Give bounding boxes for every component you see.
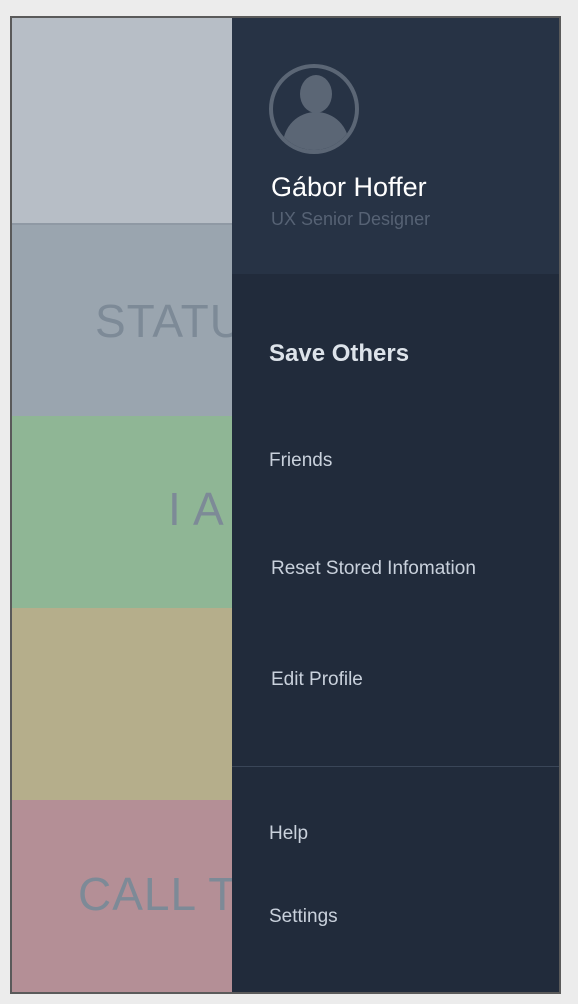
call-tile-label: CALL T [78,868,238,920]
avatar-head-icon [300,75,332,113]
menu-item-edit-profile[interactable]: Edit Profile [271,669,363,691]
status-tile-label: STATU [95,295,244,347]
drawer-profile-header: Gábor Hoffer UX Senior Designer [232,18,559,274]
menu-item-friends[interactable]: Friends [269,450,332,472]
drawer-divider [232,766,559,767]
i-am-tile-label: I A [168,483,225,535]
menu-item-help[interactable]: Help [269,823,308,845]
avatar[interactable] [269,64,359,154]
user-role: UX Senior Designer [271,209,431,229]
navigation-drawer: Gábor Hoffer UX Senior Designer Save Oth… [232,18,559,992]
menu-item-settings[interactable]: Settings [269,906,338,928]
menu-item-save-others[interactable]: Save Others [269,340,409,368]
user-name: Gábor Hoffer [271,172,427,202]
menu-item-reset-stored-information[interactable]: Reset Stored Infomation [271,558,476,580]
avatar-body-icon [283,112,349,150]
app-frame: STATU I A ME EME CALL T Gábor Hoffer UX … [10,16,561,994]
